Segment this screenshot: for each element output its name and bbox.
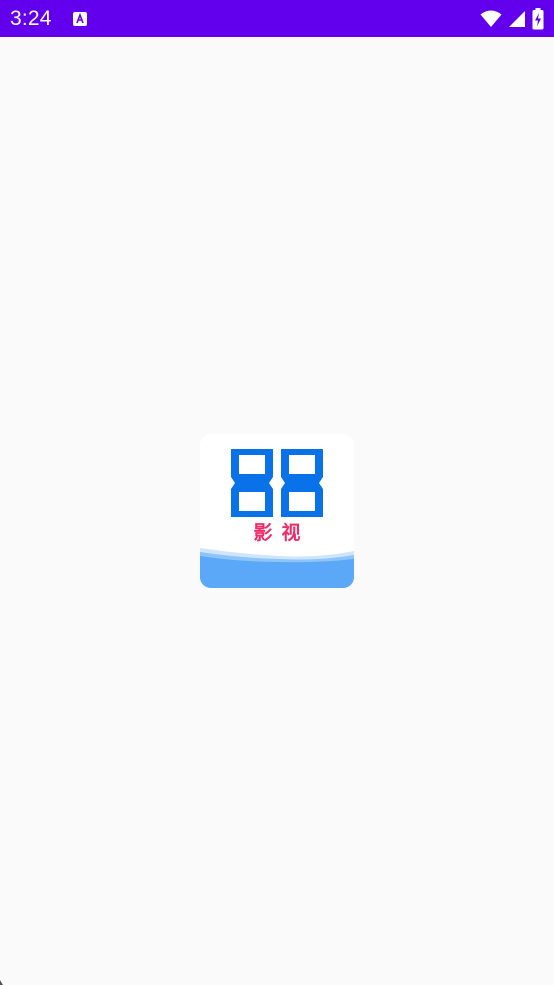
battery-charging-icon — [532, 8, 544, 30]
corner-artifact — [0, 980, 3, 985]
status-icons — [480, 8, 544, 30]
cell-signal-icon — [509, 11, 525, 27]
app-logo: 影视 — [200, 434, 354, 588]
wifi-icon — [480, 10, 502, 27]
notification-a-icon — [73, 12, 87, 26]
logo-numeral-88 — [231, 449, 323, 517]
status-time: 3:24 — [10, 7, 52, 30]
status-bar: 3:24 — [0, 0, 554, 37]
logo-text: 影视 — [253, 522, 310, 544]
